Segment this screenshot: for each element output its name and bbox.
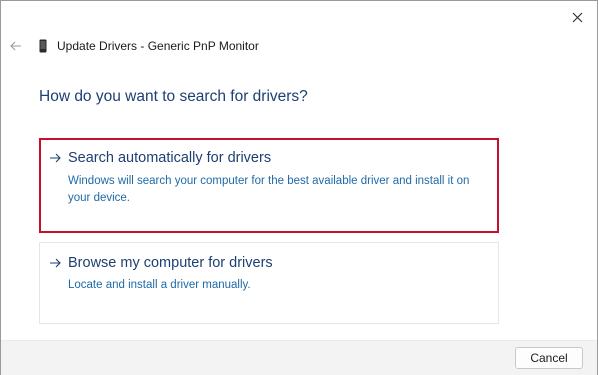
back-arrow-icon [10, 41, 21, 51]
window-title: Update Drivers - Generic PnP Monitor [57, 39, 259, 53]
back-button[interactable] [7, 37, 25, 55]
browse-computer-option[interactable]: Browse my computer for drivers Locate an… [39, 242, 499, 324]
title-bar: Update Drivers - Generic PnP Monitor [7, 35, 259, 57]
arrow-right-icon [49, 257, 61, 269]
option-title-row: Browse my computer for drivers [49, 255, 273, 271]
page-heading: How do you want to search for drivers? [39, 88, 308, 105]
option-description: Windows will search your computer for th… [68, 175, 470, 204]
option-title: Browse my computer for drivers [68, 255, 273, 271]
device-icon [39, 39, 47, 53]
arrow-right-icon [49, 152, 61, 164]
close-icon [572, 12, 582, 22]
dialog-footer: Cancel [1, 340, 597, 375]
cancel-button[interactable]: Cancel [515, 347, 583, 369]
option-title-row: Search automatically for drivers [49, 150, 271, 166]
update-drivers-dialog: Update Drivers - Generic PnP Monitor How… [0, 0, 598, 375]
option-title: Search automatically for drivers [68, 150, 272, 166]
option-description: Locate and install a driver manually. [68, 279, 251, 291]
search-automatically-option[interactable]: Search automatically for drivers Windows… [39, 138, 499, 233]
close-button[interactable] [563, 5, 591, 29]
